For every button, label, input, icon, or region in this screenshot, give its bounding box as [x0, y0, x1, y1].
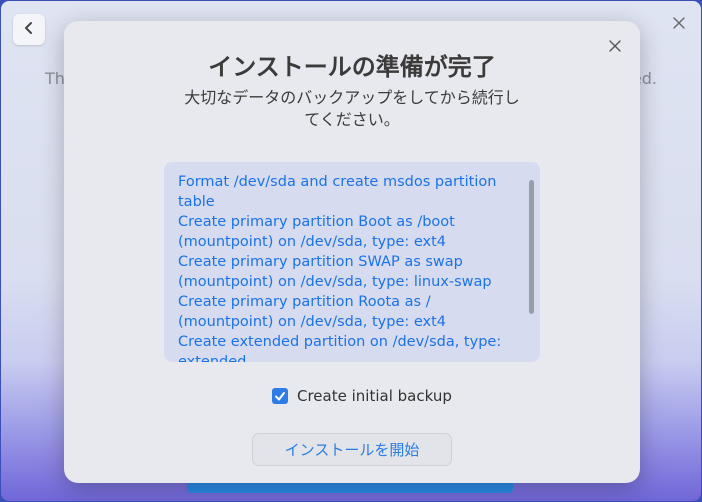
dialog-title: インストールの準備が完了	[208, 53, 496, 81]
chevron-left-icon	[23, 20, 35, 39]
installer-window: Th ed. インストールの準備が完了 大切なデータのバックアップをしてから続行…	[1, 1, 701, 501]
operation-item: Create primary partition Boot as /boot (…	[178, 214, 455, 250]
operation-item: Create primary partition Roota as / (mou…	[178, 294, 447, 330]
operation-item: Create primary partition SWAP as swap (m…	[178, 254, 492, 290]
operations-list-box[interactable]: Format /dev/sda and create msdos partiti…	[164, 162, 540, 362]
start-install-button[interactable]: インストールを開始	[252, 433, 452, 466]
scrollbar[interactable]	[529, 180, 534, 314]
backup-checkbox[interactable]	[272, 388, 288, 404]
operation-item: Format /dev/sda and create msdos partiti…	[178, 174, 497, 210]
install-confirm-dialog: インストールの準備が完了 大切なデータのバックアップをしてから続行してください。…	[64, 21, 640, 483]
back-button[interactable]	[13, 14, 45, 45]
checkmark-icon	[275, 392, 285, 401]
background-text-left: Th	[45, 69, 65, 88]
dialog-subtitle: 大切なデータのバックアップをしてから続行してください。	[184, 88, 520, 129]
operation-item: Create extended partition on /dev/sda, t…	[178, 334, 502, 362]
backup-checkbox-row[interactable]: Create initial backup	[272, 387, 452, 405]
backup-checkbox-label: Create initial backup	[297, 387, 452, 405]
window-close-button[interactable]	[669, 13, 689, 33]
close-icon	[673, 14, 685, 33]
operations-list: Format /dev/sda and create msdos partiti…	[178, 172, 528, 362]
